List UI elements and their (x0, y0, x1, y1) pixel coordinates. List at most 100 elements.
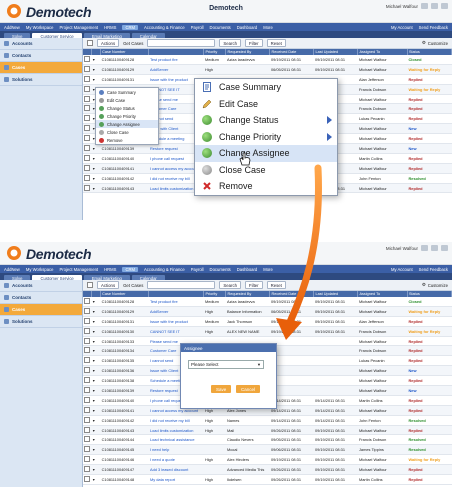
row-checkbox[interactable] (84, 105, 90, 112)
row-checkbox-cell[interactable] (83, 425, 92, 436)
row-checkbox-cell[interactable] (83, 306, 92, 317)
chevron-down-icon[interactable]: ▾ (93, 339, 95, 344)
chevron-down-icon[interactable]: ▾ (93, 447, 95, 452)
chevron-down-icon[interactable]: ▾ (93, 299, 95, 304)
row-checkbox-cell[interactable] (83, 345, 92, 357)
sidebar-item-contacts[interactable]: Contacts (0, 50, 82, 62)
row-checkbox-cell[interactable] (83, 434, 92, 446)
row-checkbox[interactable] (84, 386, 90, 393)
table-row[interactable]: ▾ C10811100409128 Test product fire Medium A… (83, 55, 452, 65)
chevron-down-icon[interactable]: ▾ (93, 309, 95, 314)
row-checkbox[interactable] (84, 307, 90, 314)
cell-subject[interactable]: Load limits customization (148, 425, 204, 436)
row-checkbox[interactable] (84, 297, 90, 304)
row-checkbox-cell[interactable] (83, 94, 92, 105)
menu-close-case[interactable]: Close Case (195, 162, 337, 179)
menu-close-case[interactable]: Close Case (96, 128, 158, 136)
table-row[interactable]: ▾ C10811100409142 I did not receive my bil… (83, 415, 452, 426)
menu-change-priority[interactable]: Change Priority (96, 112, 158, 120)
chevron-down-icon[interactable]: ▾ (93, 408, 95, 413)
menu-addnew[interactable]: AddNew (4, 267, 20, 272)
customize-link[interactable]: ⚙ Customize (422, 40, 452, 46)
reset-button[interactable]: Reset (266, 281, 286, 289)
menu-change-status[interactable]: Change Status (96, 104, 158, 112)
filter-button[interactable]: Filter (245, 281, 263, 289)
menu-edit-case[interactable]: Edit Case (195, 96, 337, 113)
row-action-cell[interactable]: ▾ (91, 434, 101, 446)
chevron-down-icon[interactable]: ▾ (93, 428, 95, 433)
table-row[interactable]: ▾ C10811100409144 Load technical assistanc… (83, 434, 452, 446)
chevron-down-icon[interactable]: ▾ (93, 467, 95, 472)
row-checkbox[interactable] (84, 125, 90, 132)
sidebar-item-cases[interactable]: Cases (0, 62, 82, 74)
row-checkbox[interactable] (84, 75, 90, 82)
row-checkbox-cell[interactable] (83, 113, 92, 125)
row-checkbox[interactable] (84, 466, 90, 473)
table-row[interactable]: ▾ C10811100409143 Load limits customizatio… (83, 425, 452, 436)
row-checkbox-cell[interactable] (83, 326, 92, 337)
row-action-cell[interactable]: ▾ (91, 444, 101, 456)
row-checkbox-cell[interactable] (83, 64, 92, 75)
row-action-cell[interactable]: ▾ (91, 336, 101, 347)
menu-hrms[interactable]: HRMS (104, 25, 116, 30)
menu-dashboard[interactable]: Dashboard (237, 25, 258, 30)
row-action-cell[interactable]: ▾ (91, 345, 101, 357)
table-row[interactable]: ▾ C10811100409148 My data report High Ikdels… (83, 474, 452, 485)
row-checkbox-cell[interactable] (83, 365, 92, 377)
row-action-cell[interactable]: ▾ (91, 163, 101, 174)
table-row[interactable]: ▾ C10811100409129 AddServer High 06/05/2011 … (83, 64, 452, 75)
row-action-cell[interactable]: ▾ (91, 173, 101, 184)
cell-subject[interactable]: Test product fire (148, 297, 204, 307)
menu-my-workspace[interactable]: My Workspace (26, 25, 54, 30)
row-checkbox-cell[interactable] (83, 464, 92, 476)
row-checkbox[interactable] (84, 115, 90, 122)
chevron-down-icon[interactable]: ▾ (93, 477, 95, 482)
menu-accounting[interactable]: Accounting & Finance (144, 267, 185, 272)
row-checkbox-cell[interactable] (83, 444, 92, 456)
chevron-down-icon[interactable]: ▾ (93, 418, 95, 423)
row-checkbox[interactable] (84, 426, 90, 433)
row-action-cell[interactable]: ▾ (91, 55, 101, 65)
row-action-cell[interactable]: ▾ (91, 355, 101, 367)
row-checkbox-cell[interactable] (83, 74, 92, 85)
row-checkbox[interactable] (84, 347, 90, 354)
row-checkbox-cell[interactable] (83, 375, 92, 387)
row-checkbox-cell[interactable] (83, 405, 92, 416)
menu-change-assignee[interactable]: Change Assignee (96, 120, 158, 128)
cell-subject[interactable]: AddServer (148, 306, 204, 317)
row-checkbox[interactable] (84, 396, 90, 403)
row-action-cell[interactable]: ▾ (91, 153, 101, 164)
get-cases-input[interactable] (147, 39, 216, 47)
user-name[interactable]: Michael Walfour (386, 246, 418, 251)
menu-hrms[interactable]: HRMS (104, 267, 116, 272)
sidebar-item-contacts[interactable]: Contacts (0, 292, 82, 304)
get-cases-input[interactable] (147, 281, 216, 289)
about-icon[interactable] (431, 245, 438, 251)
row-action-cell[interactable]: ▾ (91, 375, 101, 387)
chevron-down-icon[interactable]: ▾ (93, 457, 95, 462)
row-checkbox-cell[interactable] (83, 355, 92, 367)
filter-button[interactable]: Filter (245, 39, 263, 47)
row-checkbox-cell[interactable] (83, 385, 92, 396)
cell-subject[interactable]: AddServer (148, 64, 204, 75)
select-all-checkbox[interactable] (87, 40, 93, 46)
row-checkbox[interactable] (84, 367, 90, 374)
chevron-down-icon[interactable]: ▾ (93, 358, 95, 363)
cell-subject[interactable]: My data report (148, 474, 204, 485)
chevron-down-icon[interactable]: ▾ (93, 329, 95, 334)
table-row[interactable]: ▾ C10811100409145 I need help Mcoal 09/06/20… (83, 444, 452, 456)
row-action-cell[interactable]: ▾ (91, 454, 101, 466)
reset-button[interactable]: Reset (266, 39, 286, 47)
menu-case-summary[interactable]: Case Summary (195, 79, 337, 96)
row-action-cell[interactable]: ▾ (91, 326, 101, 337)
cell-subject[interactable]: Test product fire (148, 55, 204, 65)
chevron-down-icon[interactable]: ▾ (93, 398, 95, 403)
chevron-down-icon[interactable]: ▾ (93, 319, 95, 324)
user-name[interactable]: Michael Walfour (386, 4, 418, 9)
cell-subject[interactable]: Issue with the product (148, 316, 204, 327)
row-checkbox-cell[interactable] (83, 153, 92, 164)
menu-crm[interactable]: CRM (122, 24, 138, 30)
row-checkbox-cell[interactable] (83, 133, 92, 145)
actions-button[interactable]: Actions (97, 281, 120, 289)
select-all-checkbox[interactable] (87, 282, 93, 288)
